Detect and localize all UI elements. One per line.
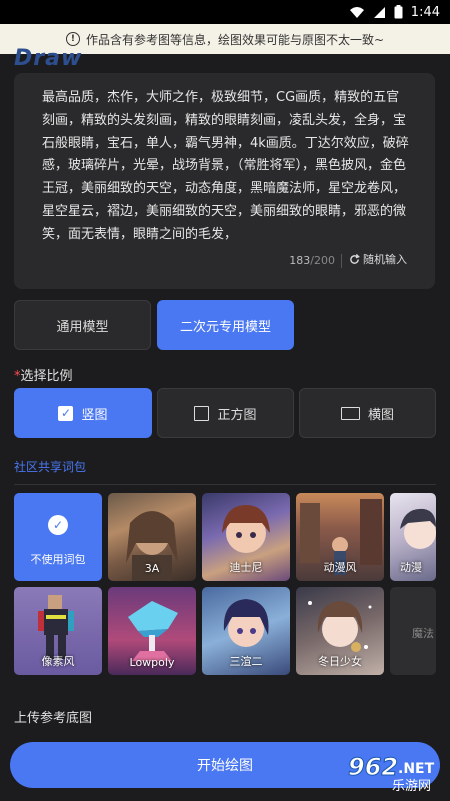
prompt-text[interactable]: 最高品质，杰作，大师之作，极致细节，CG画质，精致的五官刻画，精致的头发刻画，精…: [42, 87, 412, 247]
pack-label: 3A: [144, 562, 160, 575]
anime-model-button[interactable]: 二次元专用模型: [157, 300, 294, 350]
ratio-portrait-label: 竖图: [81, 407, 108, 423]
pack-label: 迪士尼: [229, 561, 263, 574]
pack-label: 动漫: [400, 561, 422, 574]
pack-none[interactable]: ✓ 不使用词包: [14, 493, 102, 581]
pack-label: 冬日少女: [318, 655, 362, 668]
pack-label: 像素风: [41, 655, 75, 668]
pack-cel-shading[interactable]: 三渲二: [202, 587, 290, 675]
pack-anime[interactable]: 动漫: [390, 493, 436, 581]
check-circle-icon: ✓: [48, 515, 68, 535]
ratio-label: *选择比例: [14, 365, 73, 384]
upload-reference-label: 上传参考底图: [14, 711, 93, 726]
char-counter: 183/200: [289, 254, 335, 267]
divider: [341, 254, 342, 268]
watermark-logo: 962 .NET 乐游网: [348, 753, 435, 794]
battery-icon: [394, 5, 403, 19]
pack-label: 三渲二: [229, 655, 263, 668]
pack-disney[interactable]: 迪士尼: [202, 493, 290, 581]
section-divider: [14, 484, 436, 485]
cellular-icon: [373, 6, 385, 18]
status-bar: 1:44: [0, 0, 450, 24]
pack-label: 不使用词包: [30, 553, 86, 566]
pack-label: 魔法: [412, 627, 434, 640]
pack-magic[interactable]: 魔法: [390, 587, 436, 675]
general-model-button[interactable]: 通用模型: [14, 300, 151, 350]
page-title-fragment: Draw: [14, 46, 83, 71]
pack-label: 动漫风: [323, 561, 357, 574]
checkbox-checked-icon: ✓: [58, 405, 74, 421]
word-pack-title: 社区共享词包: [14, 460, 87, 474]
pack-pixel[interactable]: 像素风: [14, 587, 102, 675]
pack-3a[interactable]: 3A: [108, 493, 196, 581]
notice-text: 作品含有参考图等信息，绘图效果可能与原图不太一致~: [85, 32, 385, 47]
random-input-button[interactable]: 随机输入: [349, 251, 407, 267]
info-icon: !: [65, 32, 80, 46]
refresh-icon: [350, 253, 360, 264]
watermark-sub: 乐游网: [392, 779, 431, 793]
pack-anime-style[interactable]: 动漫风: [296, 493, 384, 581]
landscape-icon: [340, 406, 360, 420]
char-max: /200: [310, 254, 335, 267]
pack-winter-girl[interactable]: 冬日少女: [296, 587, 384, 675]
wifi-icon: [349, 6, 364, 18]
clock: 1:44: [410, 4, 440, 20]
prompt-input[interactable]: 最高品质，杰作，大师之作，极致细节，CG画质，精致的五官刻画，精致的头发刻画，精…: [14, 73, 435, 289]
ratio-portrait-button[interactable]: ✓ 竖图: [14, 388, 152, 438]
random-input-label: 随机输入: [363, 253, 407, 266]
ratio-landscape-label: 横图: [367, 407, 394, 423]
watermark-suffix: .NET: [398, 761, 435, 777]
pack-label: Lowpoly: [129, 656, 175, 669]
ratio-square-button[interactable]: 正方图: [157, 388, 294, 438]
char-count: 183: [289, 254, 311, 267]
pack-lowpoly[interactable]: Lowpoly: [108, 587, 196, 675]
ratio-square-label: 正方图: [217, 407, 257, 423]
ratio-landscape-button[interactable]: 横图: [299, 388, 436, 438]
ratio-label-text: 选择比例: [20, 369, 73, 384]
watermark-brand: 962: [348, 753, 398, 781]
square-icon: [194, 405, 210, 421]
